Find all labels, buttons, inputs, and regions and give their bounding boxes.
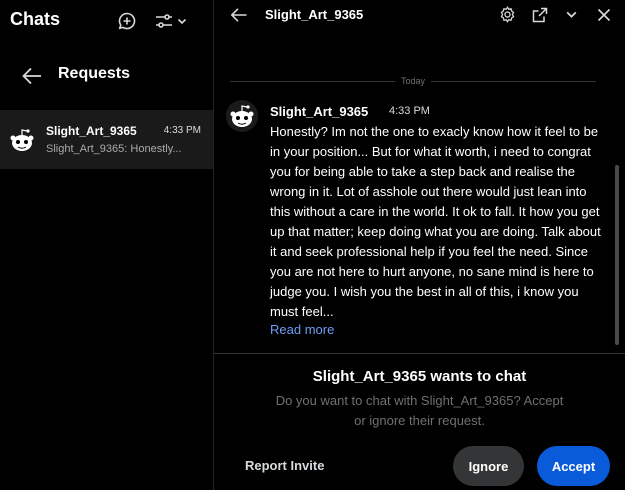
chat-list-header: Chats xyxy=(0,0,213,40)
close-icon[interactable] xyxy=(594,5,613,24)
day-separator: Today xyxy=(230,76,596,86)
filter-icon xyxy=(155,14,172,28)
request-time: 4:33 PM xyxy=(163,125,201,136)
request-title: Slight_Art_9365 wants to chat xyxy=(312,368,527,385)
chat-list-panel: Chats Requests Slight_Art_9365 4:33 PM S… xyxy=(0,0,213,490)
ignore-button[interactable]: Ignore xyxy=(453,446,524,486)
avatar[interactable] xyxy=(226,100,258,132)
chats-title: Chats xyxy=(10,9,61,29)
scrollbar[interactable] xyxy=(615,165,619,345)
requests-header: Requests xyxy=(0,56,213,96)
conversation-header: Slight_Art_9365 xyxy=(214,0,625,30)
accept-button[interactable]: Accept xyxy=(537,446,610,486)
arrow-left-icon[interactable] xyxy=(228,4,250,26)
request-panel-divider xyxy=(214,353,625,354)
conversation-panel: Slight_Art_9365 Today Slight_Art_9365 4:… xyxy=(214,0,625,490)
request-preview: Slight_Art_9365: Honestly... xyxy=(46,143,182,155)
chevron-down-icon[interactable] xyxy=(562,5,581,24)
separator-line xyxy=(431,81,596,82)
chat-plus-icon[interactable] xyxy=(116,10,138,32)
avatar xyxy=(6,124,38,156)
read-more-link[interactable]: Read more xyxy=(270,322,334,337)
settings-icon[interactable] xyxy=(498,5,517,24)
message-body: Honestly? Im not the one to exacly know … xyxy=(270,124,601,319)
requests-title: Requests xyxy=(58,65,131,82)
conversation-username: Slight_Art_9365 xyxy=(265,7,364,22)
open-external-icon[interactable] xyxy=(530,5,549,24)
request-username: Slight_Art_9365 xyxy=(46,124,137,138)
arrow-left-icon[interactable] xyxy=(20,64,44,88)
message-author[interactable]: Slight_Art_9365 xyxy=(270,104,368,119)
message-time: 4:33 PM xyxy=(389,105,430,117)
request-list-item[interactable]: Slight_Art_9365 4:33 PM Slight_Art_9365:… xyxy=(0,110,213,169)
chevron-down-icon xyxy=(177,18,186,25)
header-actions xyxy=(498,5,613,24)
report-invite-button[interactable]: Report Invite xyxy=(245,458,324,473)
request-subtitle: Do you want to chat with Slight_Art_9365… xyxy=(275,393,564,428)
filter-button[interactable] xyxy=(152,10,188,32)
